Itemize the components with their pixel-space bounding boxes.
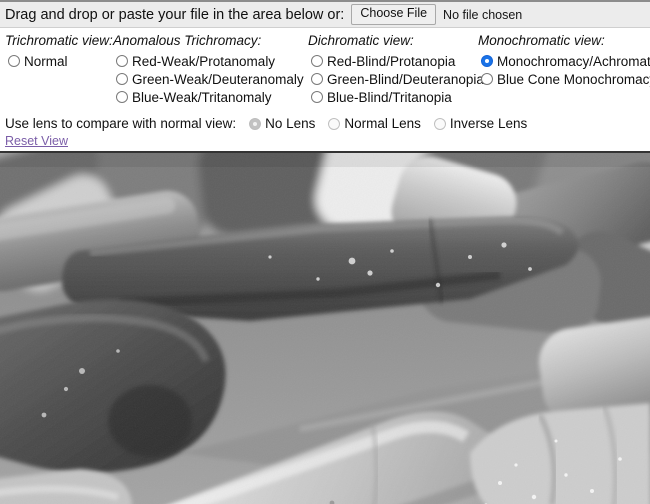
choose-file-button[interactable]: Choose File: [351, 4, 437, 25]
lens-label: Use lens to compare with normal view:: [5, 116, 237, 131]
radio-icon[interactable]: [116, 91, 128, 103]
radio-icon[interactable]: [311, 55, 323, 67]
group-anomalous-trichromacy: Anomalous Trichromacy: Red-Weak/Protanom…: [113, 33, 304, 106]
radio-option-label: Green-Blind/Deuteranopia: [327, 71, 484, 87]
radio-option-label: Red-Blind/Protanopia: [327, 53, 456, 69]
drop-prompt-label: Drag and drop or paste your file in the …: [5, 6, 345, 23]
radio-icon[interactable]: [311, 73, 323, 85]
radio-option-label: Normal: [24, 53, 68, 69]
group-monochromatic-view: Monochromatic view: Monochromacy/Achroma…: [478, 33, 650, 88]
simulated-image[interactable]: [0, 153, 650, 504]
radio-option-normal[interactable]: Normal: [8, 52, 113, 70]
group-trichromatic-view: Trichromatic view: Normal: [5, 33, 113, 70]
radio-option-label: Blue-Weak/Tritanomaly: [132, 89, 272, 105]
radio-option-normal-lens[interactable]: Normal Lens: [328, 116, 421, 131]
group-title: Monochromatic view:: [478, 33, 605, 48]
radio-option-no-lens[interactable]: No Lens: [249, 116, 315, 131]
reset-view-link[interactable]: Reset View: [5, 134, 68, 148]
radio-icon[interactable]: [328, 117, 341, 130]
radio-option-red-weak-protanomaly[interactable]: Red-Weak/Protanomaly: [116, 52, 304, 70]
radio-option-green-blind-deuteranopia[interactable]: Green-Blind/Deuteranopia: [311, 70, 484, 88]
group-title: Trichromatic view:: [5, 33, 113, 48]
radio-option-label: Inverse Lens: [449, 116, 528, 131]
radio-option-inverse-lens[interactable]: Inverse Lens: [433, 116, 528, 131]
radio-icon[interactable]: [481, 73, 493, 85]
radio-option-label: Normal Lens: [344, 116, 421, 131]
group-title: Anomalous Trichromacy:: [113, 33, 262, 48]
radio-option-red-blind-protanopia[interactable]: Red-Blind/Protanopia: [311, 52, 484, 70]
group-dichromatic-view: Dichromatic view: Red-Blind/Protanopia G…: [308, 33, 484, 106]
radio-icon[interactable]: [433, 117, 446, 130]
lens-controls: Use lens to compare with normal view: No…: [5, 116, 527, 131]
group-title: Dichromatic view:: [308, 33, 414, 48]
radio-option-green-weak-deuteranomaly[interactable]: Green-Weak/Deuteranomaly: [116, 70, 304, 88]
radio-icon[interactable]: [116, 55, 128, 67]
radio-icon[interactable]: [116, 73, 128, 85]
radio-option-label: Blue-Blind/Tritanopia: [327, 89, 452, 105]
radio-option-label: Monochromacy/Achromatopsia: [497, 53, 650, 69]
radio-icon[interactable]: [8, 55, 20, 67]
radio-icon[interactable]: [481, 55, 493, 67]
chalk-photo: [0, 153, 650, 504]
view-controls: Trichromatic view: Normal Anomalous Tric…: [0, 28, 650, 152]
radio-icon[interactable]: [249, 117, 262, 130]
file-status-label: No file chosen: [443, 7, 523, 22]
radio-option-blue-cone-monochromacy[interactable]: Blue Cone Monochromacy: [481, 70, 650, 88]
radio-option-blue-blind-tritanopia[interactable]: Blue-Blind/Tritanopia: [311, 88, 484, 106]
file-drop-bar[interactable]: Drag and drop or paste your file in the …: [0, 0, 650, 28]
file-input[interactable]: Choose File No file chosen: [351, 4, 522, 25]
radio-option-monochromacy-achromatopsia[interactable]: Monochromacy/Achromatopsia: [481, 52, 650, 70]
radio-option-label: Green-Weak/Deuteranomaly: [132, 71, 304, 87]
radio-option-blue-weak-tritanomaly[interactable]: Blue-Weak/Tritanomaly: [116, 88, 304, 106]
radio-option-label: Blue Cone Monochromacy: [497, 71, 650, 87]
radio-option-label: No Lens: [265, 116, 316, 131]
radio-icon[interactable]: [311, 91, 323, 103]
colorblind-simulator-page: Drag and drop or paste your file in the …: [0, 0, 650, 504]
radio-option-label: Red-Weak/Protanomaly: [132, 53, 276, 69]
